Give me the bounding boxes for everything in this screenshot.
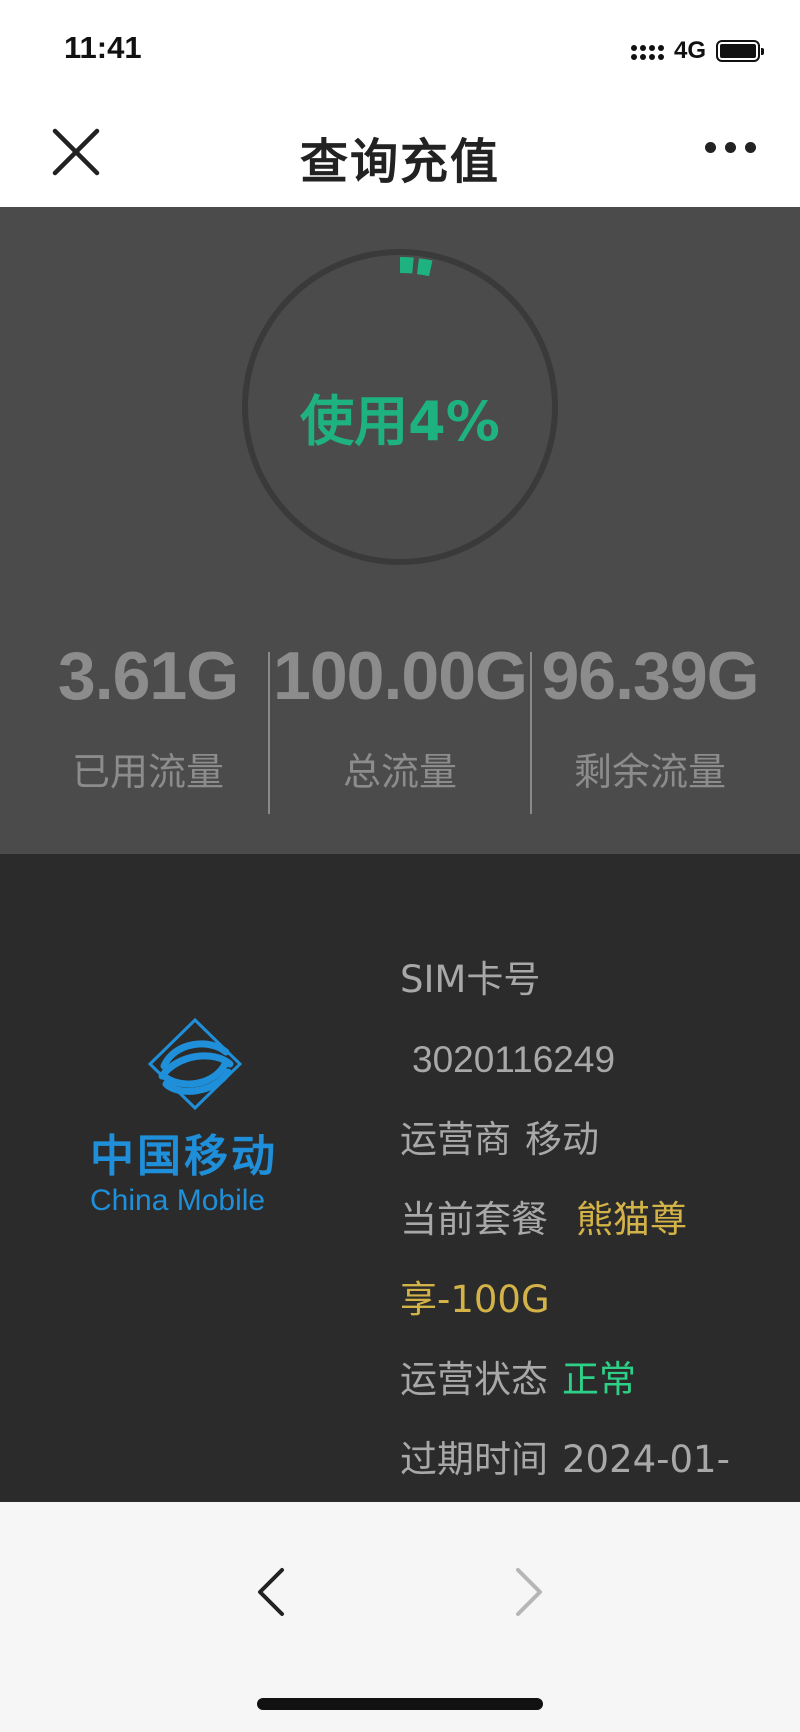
carrier-row: 运营商 移动 — [400, 1100, 760, 1180]
expiry-value: 2024-01- — [562, 1438, 730, 1481]
expiry-row: 过期时间 2024-01- — [400, 1420, 760, 1500]
logo-text-en: China Mobile — [90, 1184, 266, 1217]
stat-remaining-value: 96.39G — [541, 638, 759, 714]
plan-row: 当前套餐 熊猫尊 — [400, 1180, 760, 1260]
sim-number: 3020116249 — [412, 1039, 616, 1080]
sim-label: SIM卡号 — [400, 958, 541, 1001]
plan-label: 当前套餐 — [400, 1198, 548, 1241]
nav-bar: 查询充值 — [0, 100, 800, 207]
stat-used-label: 已用流量 — [71, 750, 224, 794]
screen: 11:41 4G 查询充值 使用4% 3.61G 已用流量 100.00G 总流… — [0, 0, 800, 1732]
ring-progress — [399, 257, 438, 278]
back-button[interactable] — [252, 1562, 292, 1622]
stat-remaining-label: 剩余流量 — [573, 750, 726, 794]
chevron-right-icon — [516, 1568, 542, 1616]
battery-icon — [716, 40, 764, 62]
expiry-label: 过期时间 — [400, 1438, 548, 1481]
page-title: 查询充值 — [299, 134, 500, 190]
stat-total-value: 100.00G — [273, 638, 528, 714]
more-button[interactable] — [705, 142, 756, 153]
sim-info-panel: 中国移动 China Mobile SIM卡号 3020116249 运营商 移动… — [0, 854, 800, 1502]
plan-row-cont: 享-100G — [400, 1260, 760, 1340]
browser-toolbar — [0, 1502, 800, 1732]
status-row: 运营状态 正常 — [400, 1340, 760, 1420]
forward-button[interactable] — [508, 1562, 548, 1622]
stat-total: 100.00G 总流量 — [270, 637, 530, 796]
status-value: 正常 — [562, 1358, 636, 1401]
status-time: 11:41 — [64, 30, 142, 65]
logo-text-cn: 中国移动 — [90, 1131, 278, 1182]
network-type: 4G — [673, 37, 706, 64]
chevron-left-icon — [258, 1568, 284, 1616]
more-icon — [705, 142, 716, 153]
stat-used-value: 3.61G — [57, 638, 239, 714]
china-mobile-logo-icon — [147, 1017, 243, 1111]
traffic-stats: 3.61G 已用流量 100.00G 总流量 96.39G 剩余流量 — [0, 637, 800, 817]
stat-remaining: 96.39G 剩余流量 — [520, 637, 780, 796]
usage-percent-label: 使用4% — [300, 390, 500, 453]
plan-value-cont: 享-100G — [400, 1278, 550, 1321]
status-indicators: 4G — [630, 36, 764, 66]
home-indicator[interactable] — [257, 1698, 543, 1710]
carrier-value: 移动 — [525, 1118, 599, 1161]
usage-panel: 使用4% 3.61G 已用流量 100.00G 总流量 96.39G 剩余流量 — [0, 207, 800, 854]
stat-total-label: 总流量 — [342, 750, 457, 794]
plan-value: 熊猫尊 — [576, 1198, 687, 1241]
china-mobile-logo: 中国移动 China Mobile — [90, 1014, 300, 1218]
stat-used: 3.61G 已用流量 — [18, 637, 278, 796]
status-bar: 11:41 4G — [0, 0, 800, 100]
signal-icon — [630, 44, 664, 60]
status-label: 运营状态 — [400, 1358, 548, 1401]
usage-ring: 使用4% — [240, 247, 560, 567]
carrier-label: 运营商 — [400, 1118, 511, 1161]
sim-info: SIM卡号 3020116249 运营商 移动 当前套餐 熊猫尊 享-100G 运营… — [400, 940, 760, 1500]
